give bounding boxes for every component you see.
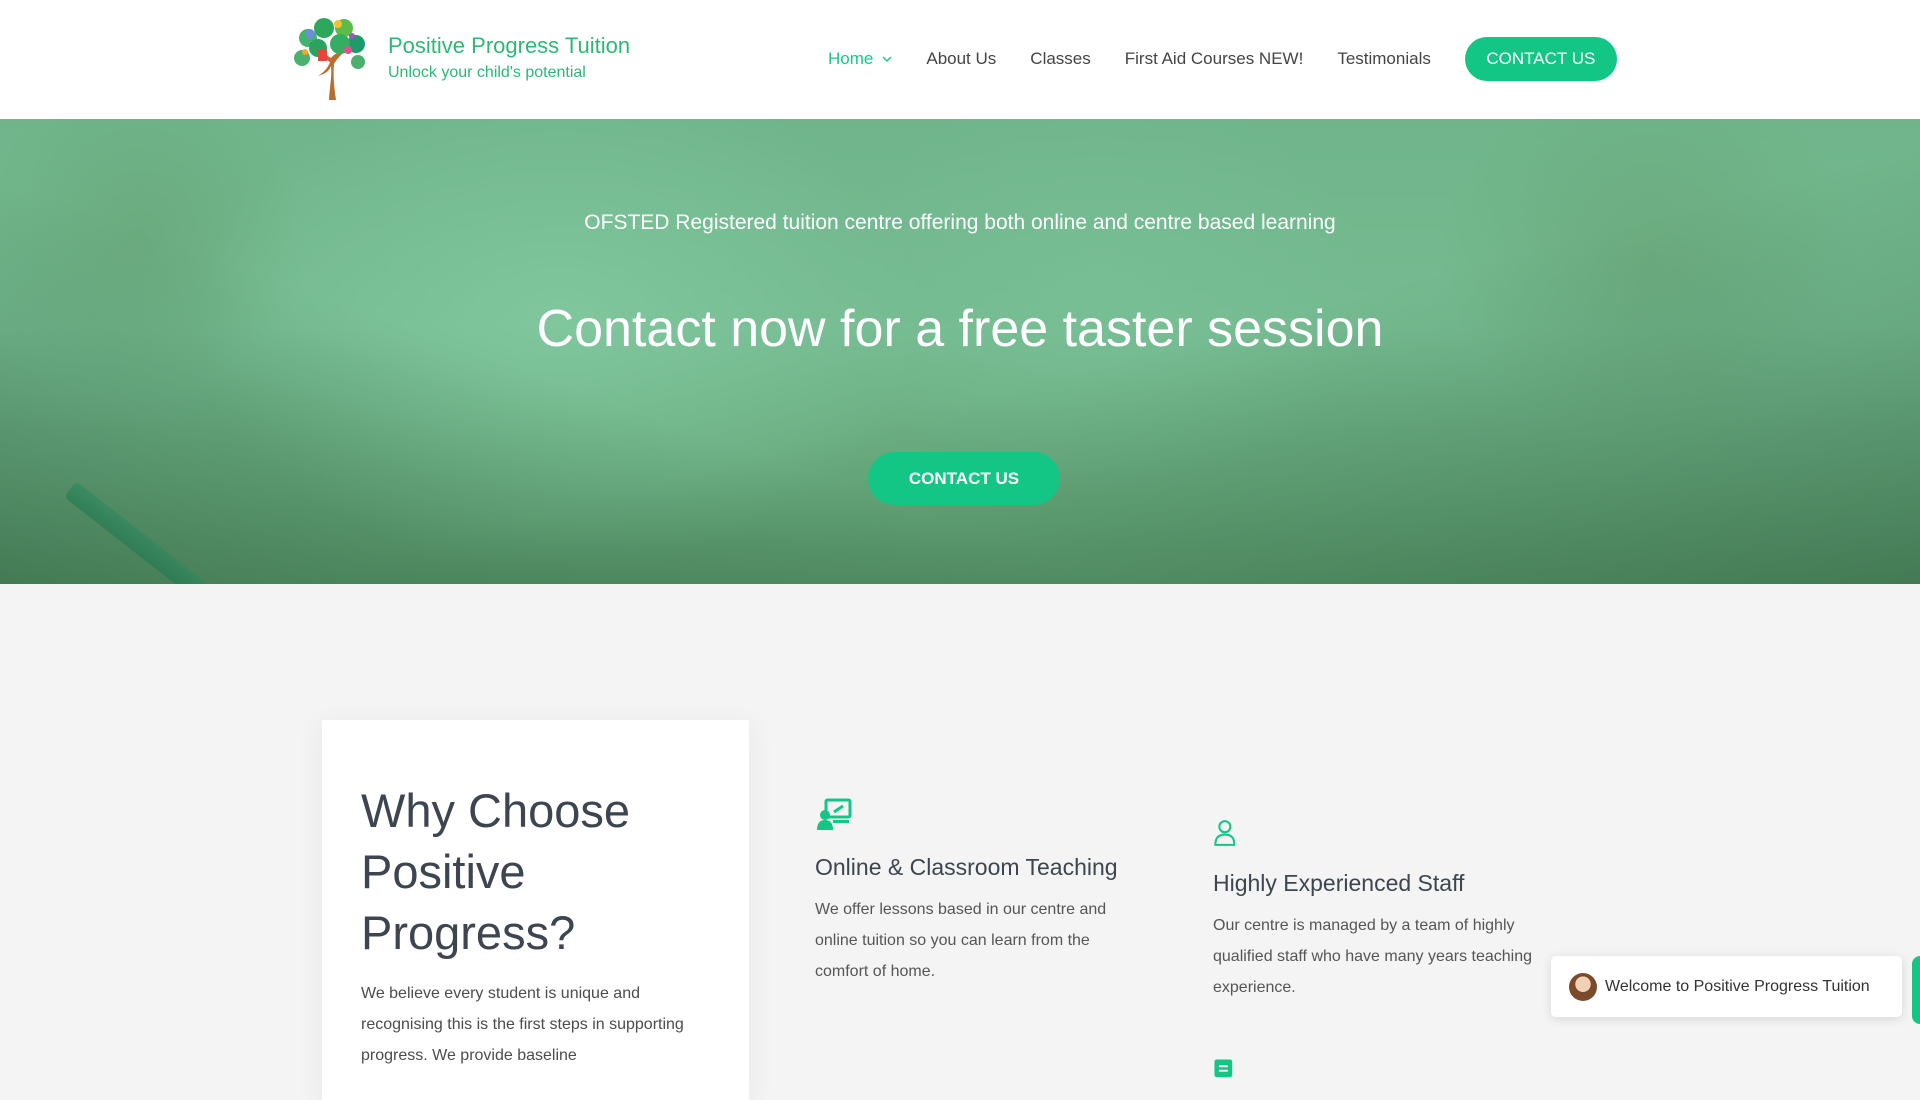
hero-banner: OFSTED Registered tuition centre offerin…	[0, 119, 1920, 584]
brand: Positive Progress Tuition Unlock your ch…	[388, 34, 630, 81]
tree-logo-icon	[294, 18, 365, 100]
nav-item-about-us[interactable]: About Us	[926, 37, 996, 81]
nav-item-first-aid-courses[interactable]: First Aid Courses NEW!	[1125, 37, 1304, 81]
nav-item-testimonials[interactable]: Testimonials	[1337, 37, 1431, 81]
nav-item-label: Testimonials	[1337, 49, 1431, 68]
main-nav: Home About Us Classes First Aid Courses …	[828, 37, 1617, 81]
brand-tagline: Unlock your child's potential	[388, 63, 586, 81]
nav-item-label: First Aid Courses NEW!	[1124, 49, 1304, 68]
feature-text: We offer lessons based in our centre and…	[815, 901, 1107, 980]
feature-title: Online & Classroom Teaching	[815, 854, 1118, 880]
feature-online-classroom: Online & Classroom Teaching We offer les…	[815, 796, 1145, 987]
why-choose-title: Why Choose Positive Progress?	[361, 784, 631, 959]
hero-subtitle: OFSTED Registered tuition centre offerin…	[584, 211, 1336, 234]
nav-item-label: About Us	[926, 49, 997, 68]
avatar	[1569, 972, 1597, 1001]
nav-item-classes[interactable]: Classes	[1030, 37, 1090, 81]
feature-third	[1213, 1058, 1241, 1091]
nav-item-home[interactable]: Home	[828, 37, 892, 81]
feature-text: Our centre is managed by a team of highl…	[1213, 917, 1533, 996]
brand-title[interactable]: Positive Progress Tuition	[388, 34, 630, 58]
feature-title: Highly Experienced Staff	[1213, 870, 1465, 896]
hero-contact-button[interactable]: CONTACT US	[868, 452, 1060, 505]
nav-item-label: Home	[828, 49, 874, 68]
feature-experienced-staff: Highly Experienced Staff Our centre is m…	[1213, 816, 1553, 1003]
nav-item-label: Classes	[1030, 49, 1091, 68]
chat-welcome-bubble[interactable]: Welcome to Positive Progress Tuition	[1551, 956, 1902, 1017]
hero-title: Contact now for a free taster session	[536, 300, 1384, 358]
why-choose-text: We believe every student is unique and r…	[361, 985, 684, 1064]
logo-link[interactable]: Positive Progress Tuition Unlock your ch…	[288, 14, 630, 102]
chat-launcher-button[interactable]	[1912, 956, 1920, 1024]
chat-welcome-text: Welcome to Positive Progress Tuition	[1605, 977, 1870, 995]
document-icon	[1214, 1059, 1233, 1078]
teacher-board-icon	[817, 798, 852, 830]
site-header: Positive Progress Tuition Unlock your ch…	[0, 0, 1920, 119]
chevron-down-icon[interactable]	[882, 54, 892, 64]
header-contact-button[interactable]: CONTACT US	[1464, 37, 1617, 81]
why-choose-card: Why Choose Positive Progress? We believe…	[322, 720, 749, 1100]
person-icon	[1214, 820, 1236, 846]
